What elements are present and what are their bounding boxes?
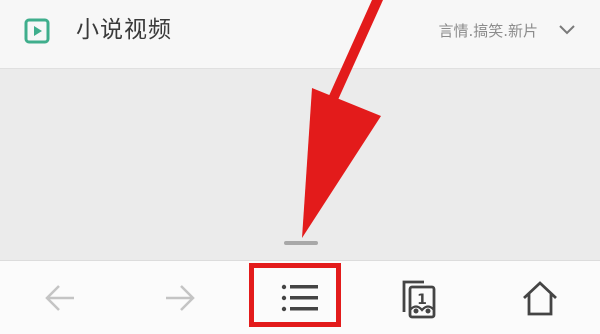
category-tags[interactable]: 言情.搞笑.新片	[438, 20, 538, 42]
back-button[interactable]	[30, 269, 90, 327]
menu-highlight-box	[249, 263, 341, 327]
content-area	[0, 69, 600, 260]
tabs-button[interactable]: 1	[389, 269, 449, 327]
back-arrow-icon	[45, 285, 74, 311]
forward-button[interactable]	[150, 269, 210, 327]
home-button[interactable]	[510, 269, 570, 327]
home-icon	[523, 281, 557, 316]
tabs-icon: 1	[402, 280, 436, 319]
drag-handle[interactable]	[284, 241, 318, 245]
forward-arrow-icon	[166, 285, 195, 311]
play-icon	[24, 18, 50, 44]
tab-count: 1	[417, 292, 427, 308]
page-title: 小说视频	[76, 17, 172, 43]
app-header: 小说视频 言情.搞笑.新片	[0, 0, 600, 69]
chevron-down-icon[interactable]	[558, 22, 576, 36]
